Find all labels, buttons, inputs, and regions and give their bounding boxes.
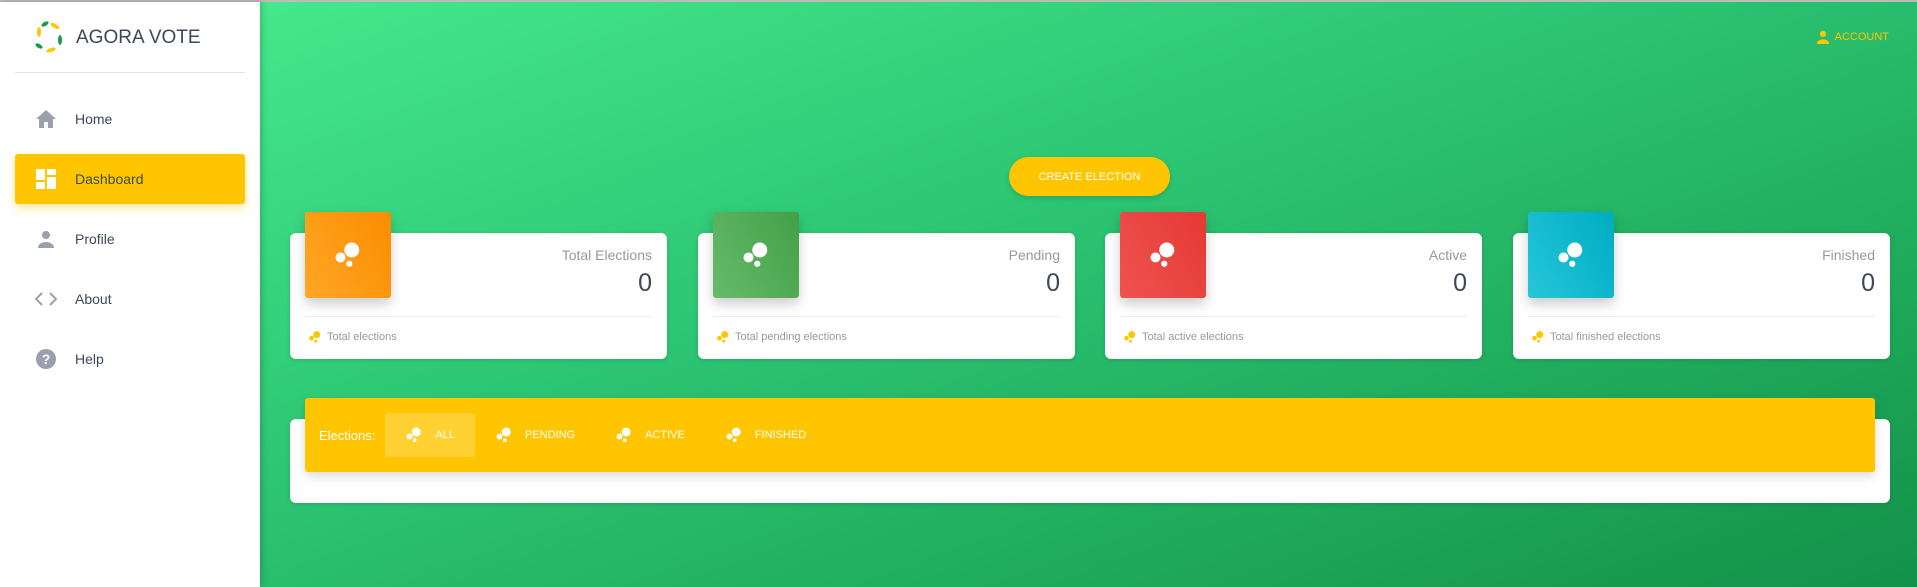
- home-icon: [34, 107, 58, 131]
- stat-value: 0: [1453, 269, 1467, 297]
- person-icon: [34, 227, 58, 251]
- dashboard-icon: [34, 167, 58, 191]
- sidebar-item-label: About: [75, 291, 112, 307]
- bubbles-icon: [743, 242, 768, 267]
- tab-finished[interactable]: FINISHED: [705, 413, 826, 457]
- stat-footer: Total pending elections: [716, 330, 847, 344]
- divider: [305, 316, 652, 317]
- bubbles-icon: [335, 242, 360, 267]
- bubbles-icon: [717, 331, 729, 343]
- stat-card: Active 0 Total active elections: [1105, 212, 1482, 359]
- elections-tabs: Elections: ALL PENDING ACTIVE FINISHED: [305, 398, 1875, 472]
- tab-label: ALL: [435, 429, 455, 441]
- sidebar-item-profile[interactable]: Profile: [15, 214, 245, 264]
- stat-card: Finished 0 Total finished elections: [1513, 212, 1890, 359]
- help-icon: ?: [34, 347, 58, 371]
- stat-footer-text: Total elections: [327, 331, 397, 343]
- bubbles-icon: [309, 331, 321, 343]
- tab-pending[interactable]: PENDING: [475, 413, 595, 457]
- divider: [713, 316, 1060, 317]
- sidebar-item-about[interactable]: About: [15, 274, 245, 324]
- tab-label: PENDING: [524, 429, 576, 441]
- account-button[interactable]: ACCOUNT: [1816, 30, 1889, 44]
- main-content: ACCOUNT CREATE ELECTION Total Elections …: [260, 2, 1917, 587]
- tab-active[interactable]: ACTIVE: [595, 413, 705, 457]
- stat-value: 0: [638, 269, 652, 297]
- sidebar-item-label: Home: [75, 111, 113, 127]
- sidebar: AGORA VOTE Home Dashboard Profile About …: [0, 2, 260, 587]
- bubbles-icon: [616, 427, 631, 443]
- stat-icon-box: [1528, 212, 1614, 298]
- stat-card: Total Elections 0 Total elections: [290, 212, 667, 359]
- stat-title: Total Elections: [561, 247, 652, 263]
- stat-icon-box: [1120, 212, 1206, 298]
- divider: [15, 72, 245, 73]
- bubbles-icon: [726, 427, 741, 443]
- stat-footer: Total active elections: [1123, 330, 1244, 344]
- stat-footer: Total finished elections: [1531, 330, 1661, 344]
- account-label: ACCOUNT: [1834, 31, 1889, 43]
- stat-icon-box: [713, 212, 799, 298]
- stat-title: Pending: [1008, 247, 1060, 263]
- sidebar-item-help[interactable]: ? Help: [15, 334, 245, 384]
- code-icon: [34, 287, 58, 311]
- stat-icon-box: [305, 212, 391, 298]
- stat-footer: Total elections: [308, 330, 397, 344]
- stat-title: Active: [1428, 247, 1467, 263]
- sidebar-item-home[interactable]: Home: [15, 94, 245, 144]
- sidebar-item-label: Dashboard: [75, 171, 144, 187]
- stat-value: 0: [1861, 269, 1875, 297]
- brand-title: AGORA VOTE: [76, 27, 201, 48]
- stat-value: 0: [1046, 269, 1060, 297]
- stat-footer-text: Total pending elections: [735, 331, 847, 343]
- tab-label: ACTIVE: [645, 429, 685, 441]
- create-election-button[interactable]: CREATE ELECTION: [1009, 157, 1170, 196]
- divider: [1528, 316, 1875, 317]
- stat-card: Pending 0 Total pending elections: [698, 212, 1075, 359]
- bubbles-icon: [1532, 331, 1544, 343]
- sidebar-item-label: Profile: [75, 231, 115, 247]
- tab-all[interactable]: ALL: [385, 413, 475, 457]
- bubbles-icon: [1150, 242, 1175, 267]
- bubbles-icon: [1558, 242, 1583, 267]
- divider: [1120, 316, 1467, 317]
- bubbles-icon: [406, 427, 422, 443]
- stat-title: Finished: [1822, 247, 1875, 263]
- bubbles-icon: [496, 427, 511, 443]
- stat-footer-text: Total finished elections: [1550, 331, 1661, 343]
- tabs-label: Elections:: [319, 427, 376, 443]
- tab-label: FINISHED: [754, 429, 807, 441]
- agora-logo: [35, 21, 62, 53]
- bubbles-icon: [1124, 331, 1136, 343]
- stat-footer-text: Total active elections: [1142, 331, 1244, 343]
- sidebar-item-label: Help: [75, 351, 104, 367]
- person-icon: [1816, 30, 1829, 44]
- svg-text:?: ?: [42, 351, 51, 367]
- sidebar-item-dashboard[interactable]: Dashboard: [15, 154, 245, 204]
